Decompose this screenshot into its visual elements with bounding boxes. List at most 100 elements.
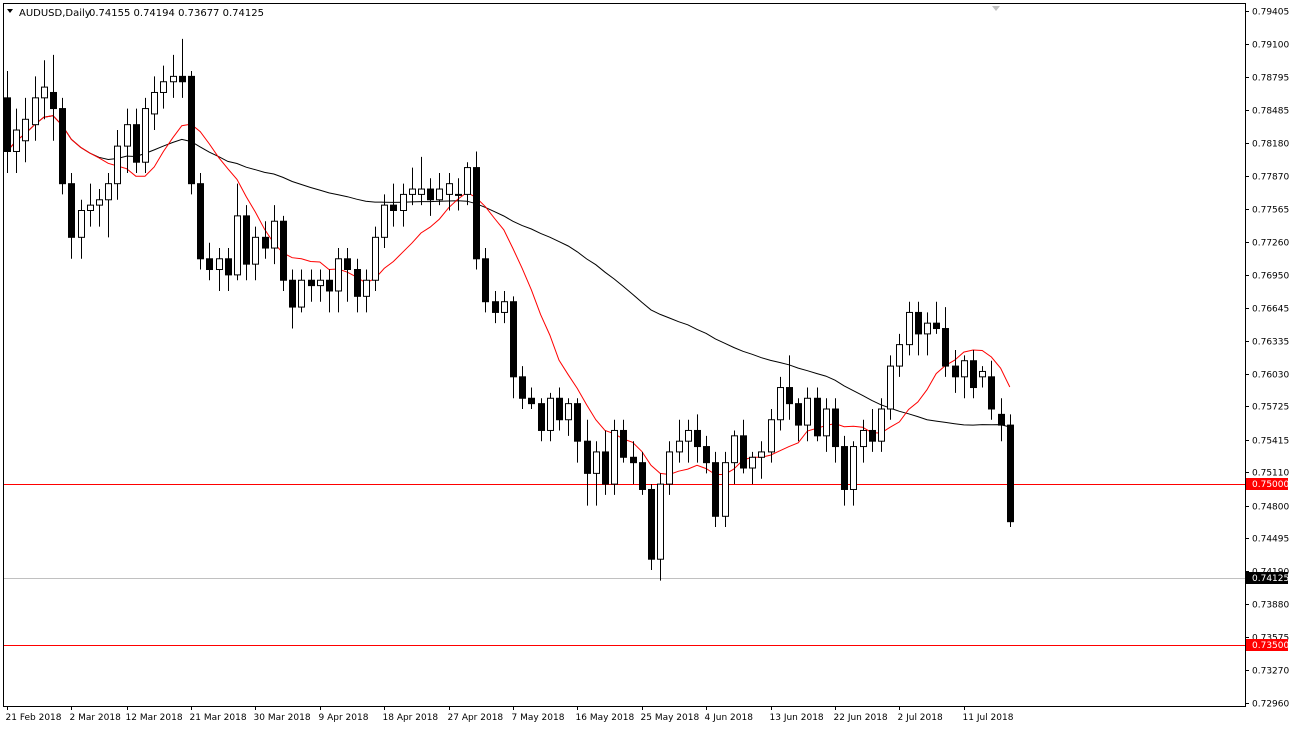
candle-body (676, 440, 683, 453)
y-tick-label: 0.77870 (1252, 173, 1289, 183)
candle (896, 333, 903, 377)
candle (50, 54, 57, 141)
level-price-label: 0.75000 (1252, 480, 1289, 490)
candle-body (96, 199, 103, 206)
candle-body (243, 215, 250, 265)
candle-body (234, 215, 241, 276)
candle-body (703, 446, 710, 464)
candle-body (896, 344, 903, 367)
candle-body (59, 108, 66, 185)
candle (4, 71, 11, 173)
candle-body (887, 365, 894, 410)
candle (501, 290, 508, 324)
candle-body (455, 193, 462, 196)
candle (758, 441, 765, 479)
candle-body (492, 301, 499, 313)
y-tick-label: 0.72960 (1252, 700, 1289, 710)
candle-body (712, 462, 719, 517)
candle (298, 269, 305, 313)
candle-body (363, 279, 370, 297)
candle (142, 97, 149, 173)
y-tick-label: 0.78795 (1252, 74, 1289, 84)
x-tick-label: 18 Apr 2018 (383, 713, 439, 723)
candle-body (602, 451, 609, 485)
candle-body (252, 236, 259, 265)
candle (860, 419, 867, 463)
candle (942, 307, 949, 377)
chart-shift-marker-icon[interactable] (992, 6, 1000, 11)
candle-body (915, 311, 922, 335)
price-chart[interactable]: AUDUSD,Daily 0.74155 0.74194 0.73677 0.7… (0, 0, 1291, 730)
level-lines-layer (4, 484, 1245, 646)
candle-body (860, 429, 867, 448)
candle (731, 430, 738, 485)
y-tick-label: 0.79100 (1252, 41, 1289, 51)
candle-body (630, 456, 637, 464)
y-tick-label: 0.77260 (1252, 239, 1289, 249)
candle (823, 398, 830, 452)
candle (510, 296, 517, 399)
candle (179, 38, 186, 98)
y-tick-label: 0.77565 (1252, 206, 1289, 216)
candle-body (538, 403, 545, 431)
candle-body (482, 258, 489, 303)
candle (685, 419, 692, 463)
candle (409, 167, 416, 206)
candle-body (335, 258, 342, 292)
x-tick-label: 21 Mar 2018 (190, 713, 247, 723)
candle-body (464, 167, 471, 195)
y-tick-label: 0.74495 (1252, 535, 1289, 545)
candle-body (409, 188, 416, 195)
x-tick-label: 2 Jul 2018 (898, 713, 943, 723)
candle-body (170, 75, 177, 83)
candle-body (970, 360, 977, 389)
candle (96, 189, 103, 227)
y-tick-label: 0.79405 (1252, 8, 1289, 18)
candle-body (197, 183, 204, 260)
candle (59, 97, 66, 195)
x-tick-label: 11 Jul 2018 (963, 713, 1014, 723)
candle-body (87, 204, 94, 212)
candle (630, 441, 637, 485)
candle (354, 258, 361, 313)
candle-body (519, 376, 526, 399)
candle-body (620, 429, 627, 458)
candle (363, 269, 370, 313)
candle (188, 71, 195, 195)
candle (915, 301, 922, 356)
candle (234, 183, 241, 281)
candle (1007, 414, 1014, 528)
candle (648, 484, 655, 570)
y-tick-label: 0.73880 (1252, 601, 1289, 611)
candle-body (528, 397, 535, 405)
symbol-dropdown-icon[interactable] (7, 9, 13, 13)
candle-body (271, 220, 278, 249)
current-price-label: 0.74125 (1252, 574, 1289, 584)
candle-body (179, 75, 186, 83)
candle (639, 451, 646, 495)
candle (528, 387, 535, 410)
candle (344, 248, 351, 302)
candle (574, 398, 581, 463)
candle (906, 301, 913, 356)
candle (961, 355, 968, 399)
candle-body (298, 279, 305, 308)
x-tick-label: 12 Mar 2018 (126, 713, 183, 723)
candle-body (133, 124, 140, 163)
candle-body (998, 413, 1005, 426)
candle-body (418, 188, 425, 195)
candle-body (574, 403, 581, 442)
candle-body (795, 403, 802, 426)
candle (786, 355, 793, 420)
candle-body (869, 429, 876, 442)
y-tick-label: 0.75110 (1252, 469, 1289, 479)
candle (694, 414, 701, 463)
candle (924, 312, 931, 356)
candle (814, 387, 821, 442)
candle-body (160, 81, 167, 93)
candle-body (50, 91, 57, 110)
chart-window[interactable]: AUDUSD,Daily 0.74155 0.74194 0.73677 0.7… (0, 0, 1291, 730)
x-tick-label: 25 May 2018 (641, 713, 700, 723)
y-tick-label: 0.76645 (1252, 305, 1289, 315)
candle-body (786, 387, 793, 405)
